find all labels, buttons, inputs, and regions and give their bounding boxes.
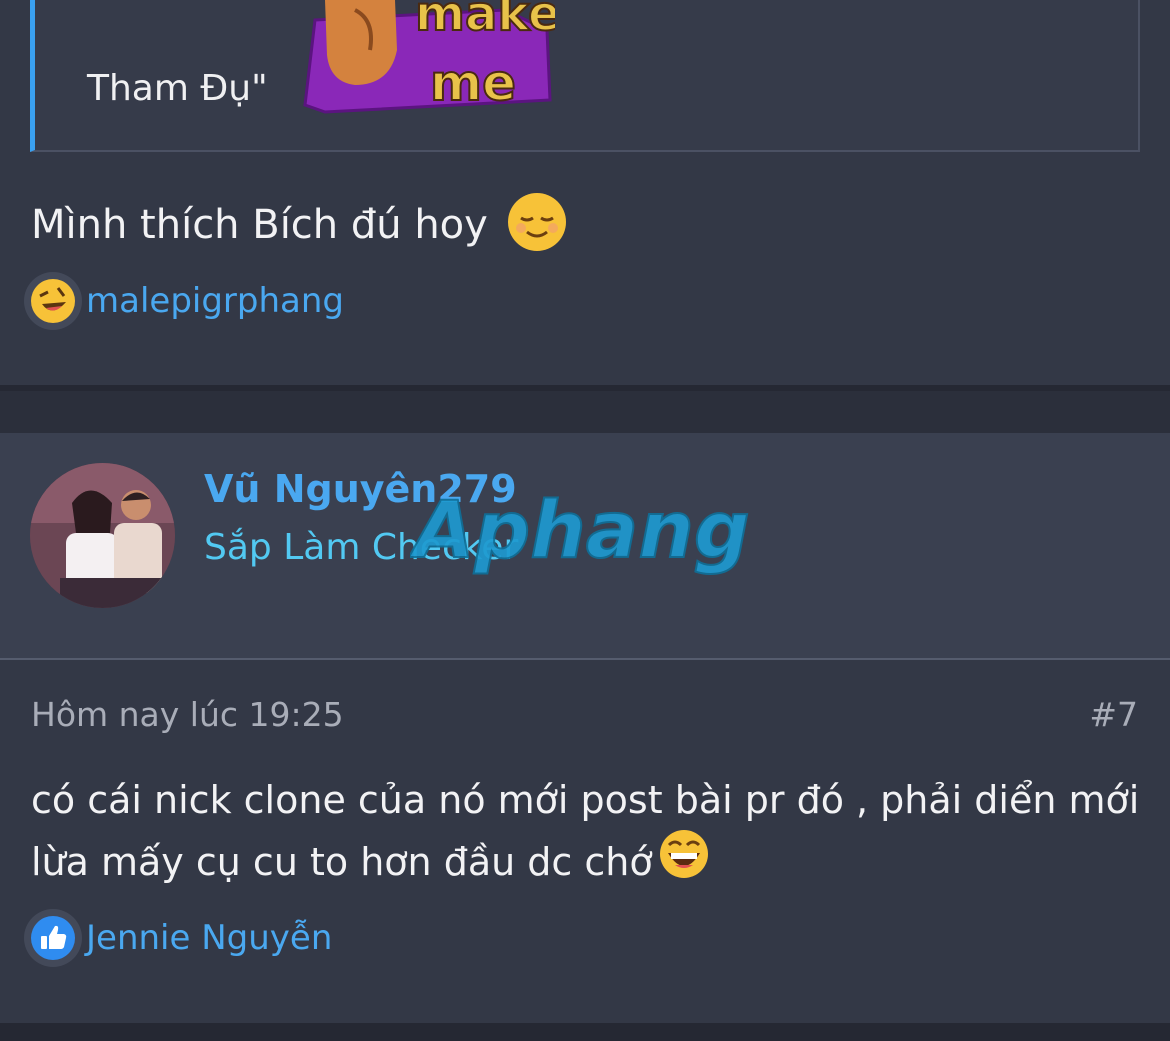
post-body-text: Mình thích Bích đú hoy [31,202,488,248]
avatar[interactable] [30,463,175,608]
quote-text: Tham Đụ" [87,68,268,109]
thread-page: Tham Đụ" make me Mình thích Bích đú hoy [0,0,1170,1041]
make-me-sticker: make me [303,0,555,114]
watermark-logo: Aphang [410,485,751,575]
reaction-user-link[interactable]: malepigrphang [86,281,344,321]
sticker-text-1: make [415,0,555,42]
reaction-summary[interactable]: Jennie Nguyễn [24,909,332,967]
post-body: Mình thích Bích đú hoy [31,192,567,262]
post-body: có cái nick clone của nó mới post bài pr… [31,771,1141,895]
post-previous: Tham Đụ" make me Mình thích Bích đú hoy [0,0,1170,385]
laughing-emoji-icon [659,829,709,895]
post-7: Vũ Nguyên279 Sắp Làm Checker Aphang Hôm … [0,433,1170,1023]
reaction-user-link[interactable]: Jennie Nguyễn [86,918,332,958]
like-reaction-icon [24,909,82,967]
reaction-summary[interactable]: malepigrphang [24,272,344,330]
rofl-reaction-icon [24,272,82,330]
sticker-text-2: me [430,54,516,112]
quote-block[interactable]: Tham Đụ" [30,0,1140,152]
watermark-text: Aphang [410,486,750,575]
post-body-line-2: lừa mấy cụ cu to hơn đầu dc chớ [31,840,653,884]
relieved-emoji-icon [507,192,567,262]
divider [0,1023,1170,1041]
divider [0,385,1170,391]
post-timestamp[interactable]: Hôm nay lúc 19:25 [31,695,344,734]
post-number-link[interactable]: #7 [1089,695,1138,734]
post-body-line-1: có cái nick clone của nó mới post bài pr… [31,778,1140,822]
post-user-header: Vũ Nguyên279 Sắp Làm Checker Aphang [0,433,1170,660]
